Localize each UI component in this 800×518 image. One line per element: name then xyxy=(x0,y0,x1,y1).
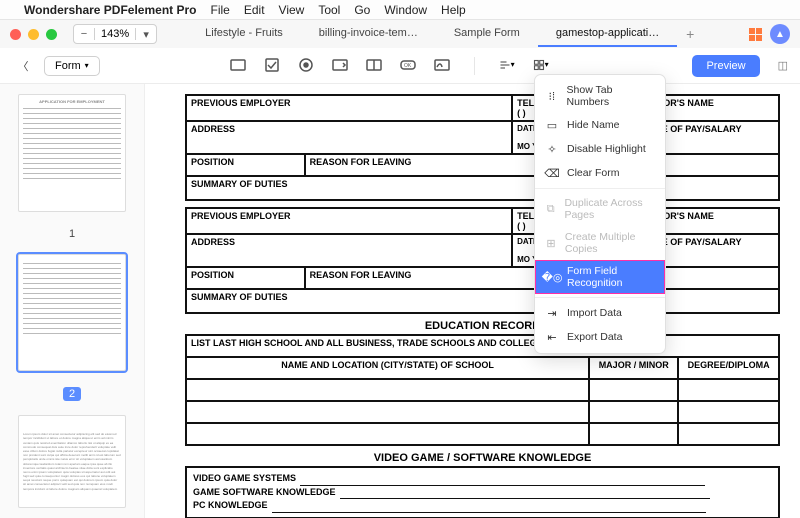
zoom-out-button[interactable]: − xyxy=(74,25,94,43)
button-icon[interactable]: OK xyxy=(400,57,416,73)
highlight-icon: ✧ xyxy=(545,142,559,156)
back-button[interactable]: 〈 xyxy=(12,58,34,74)
separator xyxy=(474,57,475,75)
duplicate-icon: ⧉ xyxy=(545,202,556,216)
menu-show-tab-numbers[interactable]: ⁝⁞Show Tab Numbers xyxy=(535,79,665,113)
tab-gamestop[interactable]: gamestop-applicati… xyxy=(538,21,677,47)
menu-export-data[interactable]: ⇤Export Data xyxy=(535,325,665,349)
menu-form-field-recognition[interactable]: �◎Form Field Recognition xyxy=(535,260,665,294)
more-tools-dropdown[interactable]: ▾ xyxy=(533,57,549,73)
toolbar: 〈 Form ▾ OK ▾ ▾ Preview ◫ xyxy=(0,48,800,84)
employer-block-1: PREVIOUS EMPLOYER TELEPHONE( ) SUPERVISO… xyxy=(185,94,780,201)
tab-billing[interactable]: billing-invoice-tem… xyxy=(301,21,436,47)
close-window-icon[interactable] xyxy=(10,29,21,40)
chevron-down-icon: ▾ xyxy=(85,61,89,70)
combo-icon[interactable] xyxy=(332,57,348,73)
signature-icon[interactable] xyxy=(434,57,450,73)
app-name: Wondershare PDFelement Pro xyxy=(24,3,197,17)
minimize-window-icon[interactable] xyxy=(28,29,39,40)
fullscreen-window-icon[interactable] xyxy=(46,29,57,40)
menu-file[interactable]: File xyxy=(211,3,230,17)
page-thumb-3[interactable]: Lorem ipsum dolor sit amet consectetur a… xyxy=(18,415,126,508)
window-bar: − 143% ▾ Lifestyle - Fruits billing-invo… xyxy=(0,20,800,48)
text-field-icon[interactable] xyxy=(230,57,246,73)
zoom-value: 143% xyxy=(94,28,136,40)
mac-menubar: Wondershare PDFelement Pro File Edit Vie… xyxy=(0,0,800,20)
document-canvas[interactable]: PREVIOUS EMPLOYER TELEPHONE( ) SUPERVISO… xyxy=(145,84,800,518)
export-icon: ⇤ xyxy=(545,330,559,344)
menu-disable-highlight[interactable]: ✧Disable Highlight xyxy=(535,137,665,161)
menu-clear-form[interactable]: ⌫Clear Form xyxy=(535,161,665,185)
tab-lifestyle[interactable]: Lifestyle - Fruits xyxy=(187,21,301,47)
menu-window[interactable]: Window xyxy=(384,3,427,17)
menu-go[interactable]: Go xyxy=(354,3,370,17)
menu-view[interactable]: View xyxy=(279,3,305,17)
document-tabs: Lifestyle - Fruits billing-invoice-tem… … xyxy=(187,20,742,48)
menu-tool[interactable]: Tool xyxy=(318,3,340,17)
menu-duplicate-pages: ⧉Duplicate Across Pages xyxy=(535,192,665,226)
form-tool-icons: OK ▾ ▾ xyxy=(230,57,549,75)
menu-hide-name[interactable]: ▭Hide Name xyxy=(535,113,665,137)
radio-icon[interactable] xyxy=(298,57,314,73)
education-table: LIST LAST HIGH SCHOOL AND ALL BUSINESS, … xyxy=(185,334,780,446)
zoom-control: − 143% ▾ xyxy=(73,24,157,44)
page-thumb-2[interactable] xyxy=(18,254,126,372)
svg-text:OK: OK xyxy=(404,63,412,69)
preview-button[interactable]: Preview xyxy=(692,55,759,77)
form-mode-dropdown[interactable]: Form ▾ xyxy=(44,56,100,76)
zoom-in-button[interactable]: ▾ xyxy=(136,25,156,43)
thumbnail-sidebar: APPLICATION FOR EMPLOYMENT 1 2 Lorem ips… xyxy=(0,84,145,518)
align-dropdown[interactable]: ▾ xyxy=(499,57,515,73)
menu-edit[interactable]: Edit xyxy=(244,3,265,17)
form-mode-label: Form xyxy=(55,60,81,72)
tag-icon: ▭ xyxy=(545,118,559,132)
tab-sample[interactable]: Sample Form xyxy=(436,21,538,47)
traffic-lights xyxy=(10,29,57,40)
videogame-title: VIDEO GAME / SOFTWARE KNOWLEDGE xyxy=(185,452,780,464)
user-avatar[interactable]: ▲ xyxy=(770,24,790,44)
employer-block-2: PREVIOUS EMPLOYER TELEPHONE( ) SUPERVISO… xyxy=(185,207,780,314)
new-tab-button[interactable]: + xyxy=(677,26,703,42)
list-icon[interactable] xyxy=(366,57,382,73)
panel-toggle-icon[interactable]: ◫ xyxy=(778,59,788,72)
education-title: EDUCATION RECORD xyxy=(185,320,780,332)
videogame-block: VIDEO GAME SYSTEMS GAME SOFTWARE KNOWLED… xyxy=(185,466,780,518)
menu-help[interactable]: Help xyxy=(441,3,466,17)
numbers-icon: ⁝⁞ xyxy=(545,89,559,103)
recognition-icon: �◎ xyxy=(545,270,559,284)
menu-multiple-copies: ⊞Create Multiple Copies xyxy=(535,226,665,260)
page-number-1: 1 xyxy=(69,228,75,240)
page-thumb-1[interactable]: APPLICATION FOR EMPLOYMENT xyxy=(18,94,126,212)
app-grid-icon[interactable] xyxy=(748,27,762,41)
checkbox-icon[interactable] xyxy=(264,57,280,73)
form-more-menu: ⁝⁞Show Tab Numbers ▭Hide Name ✧Disable H… xyxy=(534,74,666,354)
import-icon: ⇥ xyxy=(545,306,559,320)
clear-icon: ⌫ xyxy=(545,166,559,180)
copies-icon: ⊞ xyxy=(545,236,557,250)
page-number-2: 2 xyxy=(63,387,81,401)
menu-import-data[interactable]: ⇥Import Data xyxy=(535,301,665,325)
